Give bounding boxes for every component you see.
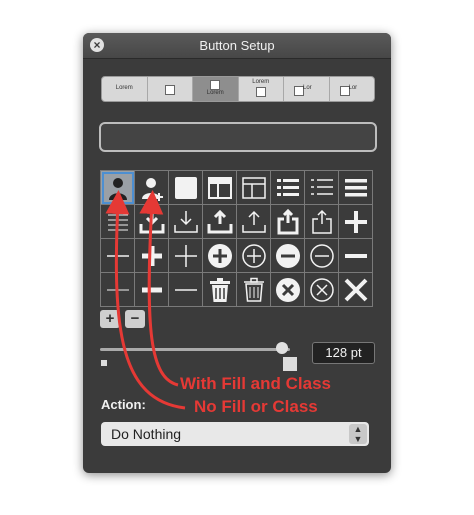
icon-cell-22[interactable]: [305, 239, 339, 273]
small-size-icon: [101, 360, 107, 366]
close-circle-icon: [309, 277, 334, 302]
minus-bold-icon: [344, 253, 367, 258]
svg-text:+: +: [121, 195, 125, 202]
minus-icon: [106, 254, 129, 257]
icon-cell-2[interactable]: [169, 171, 203, 205]
icon-cell-27[interactable]: [203, 273, 237, 307]
icon-cell-11[interactable]: [203, 205, 237, 239]
segment-label: Lor: [348, 85, 358, 91]
icon-cell-6[interactable]: [305, 171, 339, 205]
size-slider-knob[interactable]: [276, 342, 289, 354]
square-icon: [164, 85, 175, 95]
remove-circle-icon: [309, 243, 334, 268]
icon-cell-26[interactable]: [169, 273, 203, 307]
icon-cell-16[interactable]: [101, 239, 135, 273]
trash-icon: [243, 277, 264, 302]
icon-cell-3[interactable]: [203, 171, 237, 205]
close-icon[interactable]: ×: [90, 38, 104, 52]
segment-label: Lorem: [252, 79, 270, 85]
add-circle-icon: [241, 243, 266, 268]
icon-cell-30[interactable]: [305, 273, 339, 307]
lines-icon: [107, 214, 128, 230]
download-icon: [173, 210, 198, 233]
square-icon: [255, 87, 266, 97]
segment-label: Lorem: [115, 85, 133, 91]
segment-label: Lor: [303, 85, 312, 91]
minus-light-icon: [174, 288, 197, 291]
icon-cell-20[interactable]: [237, 239, 271, 273]
action-select-value: Do Nothing: [111, 426, 182, 442]
icon-grid: +: [100, 170, 373, 307]
remove-circle-fill-icon: [275, 243, 300, 268]
icon-cell-23[interactable]: [339, 239, 373, 273]
close-circle-fill-icon: [275, 277, 300, 302]
square-fill-icon: [174, 176, 197, 199]
icon-cell-10[interactable]: [169, 205, 203, 239]
add-icon-button[interactable]: +: [100, 310, 120, 328]
layout-split-icon: [241, 176, 266, 199]
plus-fill-icon: [141, 245, 162, 266]
icon-cell-8[interactable]: [101, 205, 135, 239]
segment-3[interactable]: Lorem: [239, 77, 284, 101]
chevron-updown-icon: ▲ ▼: [349, 424, 367, 444]
segment-2[interactable]: Lorem: [193, 77, 239, 101]
list-bullets-icon: [276, 178, 299, 196]
close-icon: [344, 278, 367, 301]
user-fill-icon: +: [108, 177, 127, 202]
icon-cell-29[interactable]: [271, 273, 305, 307]
size-field[interactable]: 128 pt: [312, 342, 375, 364]
action-label: Action:: [101, 397, 146, 412]
segment-1[interactable]: [148, 77, 193, 101]
square-icon: [210, 80, 220, 90]
icon-cell-1[interactable]: [135, 171, 169, 205]
user-add-icon: [141, 177, 163, 201]
icon-cell-24[interactable]: [101, 273, 135, 307]
menu-bars-icon: [344, 178, 367, 196]
annotation-with-fill: With Fill and Class: [180, 374, 331, 393]
minus-thin-icon: [106, 289, 129, 290]
action-select[interactable]: Do Nothing ▲ ▼: [101, 422, 369, 446]
icon-cell-12[interactable]: [237, 205, 271, 239]
icon-cell-28[interactable]: [237, 273, 271, 307]
icon-cell-0[interactable]: +: [101, 171, 135, 205]
icon-cell-9[interactable]: [135, 205, 169, 239]
layout-header-icon: [207, 176, 232, 199]
upload-fill-icon: [207, 209, 232, 233]
segment-4[interactable]: Lor: [284, 77, 330, 101]
upload-icon: [241, 210, 266, 233]
icon-cell-25[interactable]: [135, 273, 169, 307]
icon-cell-21[interactable]: [271, 239, 305, 273]
icon-cell-4[interactable]: [237, 171, 271, 205]
icon-cell-7[interactable]: [339, 171, 373, 205]
list-lines-icon: [310, 178, 333, 195]
large-size-icon: [283, 357, 297, 371]
size-slider[interactable]: [100, 348, 290, 351]
icon-cell-15[interactable]: [339, 205, 373, 239]
icon-cell-31[interactable]: [339, 273, 373, 307]
style-segmented-control: Lorem Lorem Lorem Lor Lor: [101, 76, 375, 102]
remove-icon-button[interactable]: −: [125, 310, 145, 328]
icon-cell-5[interactable]: [271, 171, 305, 205]
plus-bold-icon: [344, 210, 367, 233]
segment-5[interactable]: Lor: [330, 77, 375, 101]
icon-cell-18[interactable]: [169, 239, 203, 273]
icon-cell-14[interactable]: [305, 205, 339, 239]
icon-cell-13[interactable]: [271, 205, 305, 239]
title-bar: Button Setup ×: [83, 33, 391, 59]
button-label-field[interactable]: [99, 122, 377, 152]
segment-0[interactable]: Lorem: [102, 77, 148, 101]
share-fill-icon: [277, 208, 298, 234]
window-title: Button Setup: [199, 38, 275, 53]
share-icon: [311, 209, 332, 234]
minus-fill-icon: [141, 287, 162, 292]
plus-thin-icon: [174, 244, 197, 267]
icon-cell-17[interactable]: [135, 239, 169, 273]
inbox-download-fill-icon: [139, 210, 164, 233]
add-circle-fill-icon: [207, 243, 232, 268]
icon-cell-19[interactable]: [203, 239, 237, 273]
annotation-no-fill: No Fill or Class: [194, 397, 318, 416]
trash-fill-icon: [209, 277, 230, 302]
segment-label: Lorem: [206, 90, 224, 96]
